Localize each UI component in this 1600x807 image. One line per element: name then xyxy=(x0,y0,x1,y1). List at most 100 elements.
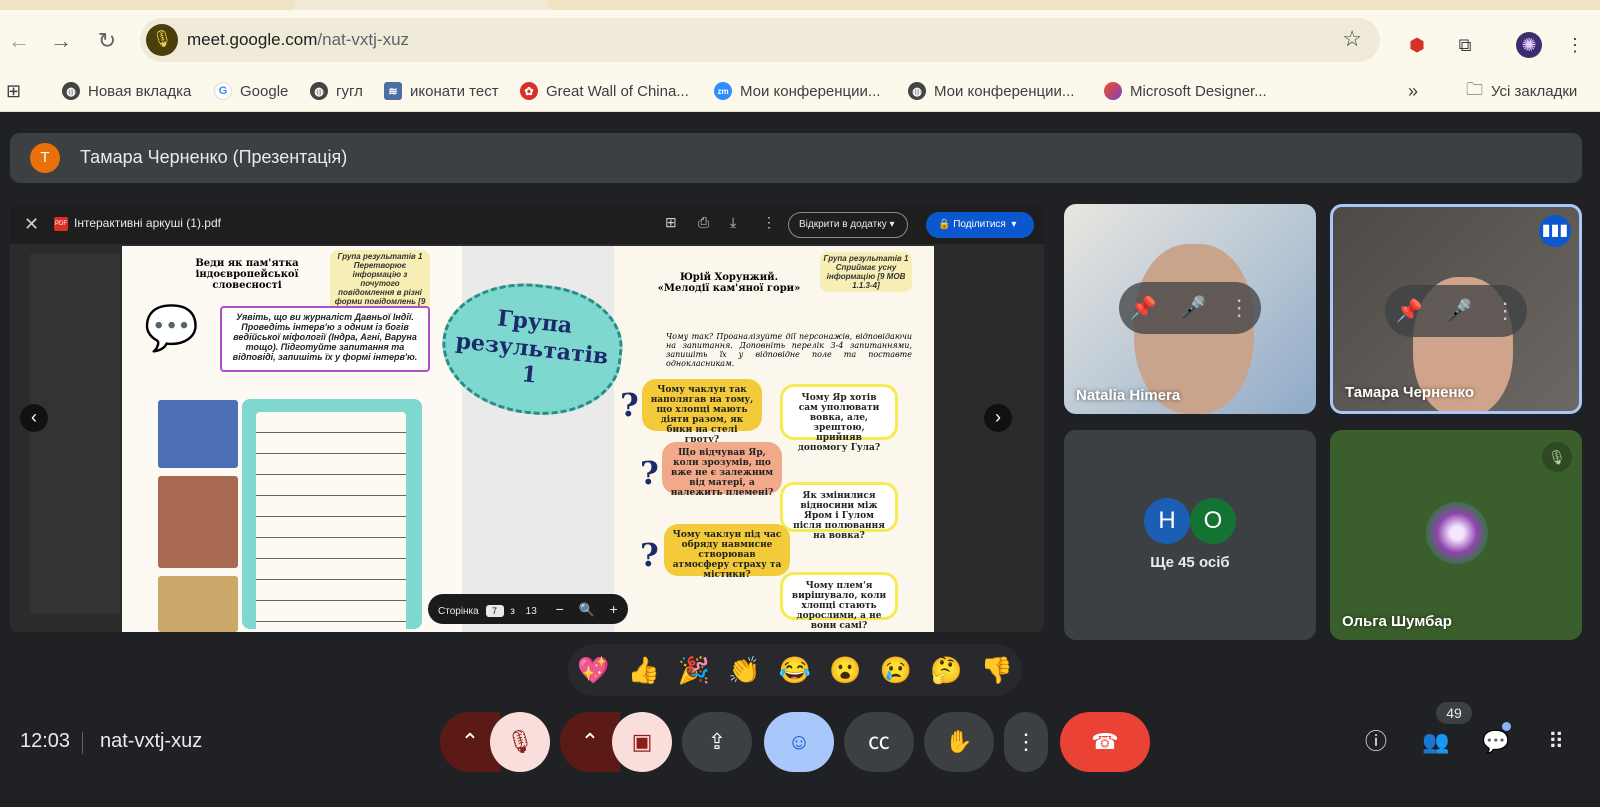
more-options-icon[interactable]: ⋮ xyxy=(762,214,776,231)
mic-off-button[interactable]: 🎙 xyxy=(490,712,550,772)
participant-tile[interactable]: 📌 🎤 ⋮ Natalia Himera xyxy=(1064,204,1316,414)
adblock-extension-icon[interactable]: ⬢ xyxy=(1404,32,1430,58)
chat-unread-dot xyxy=(1502,722,1511,731)
reaction-thumbs-up[interactable]: 👍 xyxy=(627,655,659,686)
question-bubble: Чому чаклун так наполягав на тому, що хл… xyxy=(642,379,762,445)
activities-icon[interactable]: ⠿ xyxy=(1538,724,1574,760)
zoom-out-icon[interactable]: − xyxy=(556,601,564,617)
extensions-icon[interactable]: ⧉ xyxy=(1452,32,1478,58)
pin-icon[interactable]: 📌 xyxy=(1396,298,1423,324)
bookmark-item[interactable]: ◍ Мои конференции... xyxy=(908,77,1074,105)
question-bubble: Чому плем'я вирішувало, коли хлопці стаю… xyxy=(780,572,898,631)
reactions-button[interactable]: ☺ xyxy=(764,712,834,772)
microphone-indicator-icon[interactable]: 🎙 xyxy=(146,24,178,56)
forward-icon[interactable]: → xyxy=(48,28,74,54)
print-icon[interactable]: ⎙ xyxy=(698,214,709,231)
pdf-file-name: Інтерактивні аркуші (1).pdf xyxy=(74,216,221,230)
participant-avatar: О xyxy=(1190,498,1236,544)
question-bubble: Чому чаклун під час обряду навмисне ство… xyxy=(664,524,790,580)
presenter-avatar: T xyxy=(30,143,60,173)
mute-participant-icon[interactable]: 🎤 xyxy=(1179,295,1206,321)
bookmark-item[interactable]: ≋ иконати тест xyxy=(384,77,499,105)
next-slide-icon[interactable]: › xyxy=(984,404,1012,432)
pdf-viewer-toolbar: ✕ PDF Інтерактивні аркуші (1).pdf ⊞ ⎙ ⤓ … xyxy=(10,204,1044,244)
question-mark-icon: ? xyxy=(640,536,659,574)
page-label: Сторінка xyxy=(438,606,479,617)
participant-tile[interactable]: 📌 🎤 ⋮ ▮▮▮ Тамара Черненко xyxy=(1330,204,1582,414)
more-options-icon[interactable]: ⋮ xyxy=(1494,298,1516,324)
share-button[interactable]: 🔒 Поділитися ▾ xyxy=(926,212,1034,238)
page-navigator: Сторінка 7 з 13 − 🔍 + xyxy=(428,594,628,624)
zoom-icon: zm xyxy=(714,82,732,100)
more-options-button[interactable]: ⋮ xyxy=(1004,712,1048,772)
presentation-stage: ✕ PDF Інтерактивні аркуші (1).pdf ⊞ ⎙ ⤓ … xyxy=(10,204,1044,632)
url-text[interactable]: meet.google.com/nat-vxtj-xuz xyxy=(187,30,409,50)
reload-icon[interactable]: ↻ xyxy=(94,28,120,54)
globe-icon: ◍ xyxy=(908,82,926,100)
address-bar[interactable]: 🎙 meet.google.com/nat-vxtj-xuz ☆ xyxy=(140,18,1380,62)
camera-off-button[interactable]: ▣ xyxy=(612,712,672,772)
browser-menu-icon[interactable]: ⋮ xyxy=(1562,32,1588,58)
zoom-in-icon[interactable]: + xyxy=(610,601,618,617)
question-bubble: Як змінилися відносини між Яром і Гулом … xyxy=(780,482,898,541)
bookmark-star-icon[interactable]: ☆ xyxy=(1342,26,1362,52)
deity-image xyxy=(158,400,238,468)
site-icon: ✿ xyxy=(520,82,538,100)
tile-controls: 📌 🎤 ⋮ xyxy=(1119,282,1261,334)
more-bookmarks-icon[interactable]: » xyxy=(1408,77,1418,105)
participant-count-badge: 49 xyxy=(1436,702,1472,724)
bookmark-item[interactable]: zm Мои конференции... xyxy=(714,77,880,105)
deity-image xyxy=(158,576,238,632)
page-total: 13 xyxy=(525,606,537,617)
bookmark-item[interactable]: G Google xyxy=(214,77,288,105)
more-options-icon[interactable]: ⋮ xyxy=(1228,295,1250,321)
more-participants-tile[interactable]: Н О Ще 45 осіб xyxy=(1064,430,1316,640)
previous-slide-icon[interactable]: ‹ xyxy=(20,404,48,432)
meeting-info-icon[interactable]: ⓘ xyxy=(1358,724,1394,760)
captions-button[interactable]: ㏄ xyxy=(844,712,914,772)
close-icon[interactable]: ✕ xyxy=(24,214,39,235)
reaction-thinking[interactable]: 🤔 xyxy=(930,655,962,686)
left-heading: Веди як пам'ятка індоєвропейської словес… xyxy=(195,258,299,291)
open-with-button[interactable]: Відкрити в додатку ▾ xyxy=(788,212,908,238)
reaction-thumbs-down[interactable]: 👎 xyxy=(981,655,1013,686)
reaction-clapping[interactable]: 👏 xyxy=(728,655,760,686)
bookmark-item[interactable]: ◍ Новая вкладка xyxy=(62,77,191,105)
apps-grid-icon[interactable]: ⊞ xyxy=(6,77,21,105)
reaction-laughing[interactable]: 😂 xyxy=(779,655,811,686)
participant-tile[interactable]: 🎙 Ольга Шумбар xyxy=(1330,430,1582,640)
tab-strip xyxy=(0,0,1600,10)
page-number-input[interactable]: 7 xyxy=(485,605,504,617)
bookmarks-bar: ⊞ ◍ Новая вкладка G Google ◍ гугл ≋ иконати … xyxy=(0,70,1600,112)
present-screen-button[interactable]: ⇪ xyxy=(682,712,752,772)
mute-participant-icon[interactable]: 🎤 xyxy=(1445,298,1472,324)
reaction-sparkling-heart[interactable]: 💖 xyxy=(577,655,609,686)
participant-name: Natalia Himera xyxy=(1076,387,1181,404)
reaction-crying[interactable]: 😢 xyxy=(880,655,912,686)
bookmark-item[interactable]: ◍ гугл xyxy=(310,77,363,105)
profile-avatar[interactable]: ✺ xyxy=(1516,32,1542,58)
zoom-icon[interactable]: 🔍 xyxy=(579,602,595,617)
people-icon[interactable]: 👥 xyxy=(1418,724,1454,760)
tile-controls: 📌 🎤 ⋮ xyxy=(1385,285,1527,337)
add-comment-icon[interactable]: ⊞ xyxy=(665,214,677,231)
reaction-party-popper[interactable]: 🎉 xyxy=(678,655,710,686)
presenter-bar: T Тамара Черненко (Презентація) xyxy=(10,133,1582,183)
video-settings-chevron-icon[interactable]: ⌃ xyxy=(560,712,620,772)
end-call-button[interactable]: ☎ xyxy=(1060,712,1150,772)
reactions-bar: 💖 👍 🎉 👏 😂 😮 😢 🤔 👎 xyxy=(568,644,1022,696)
participant-avatar: Н xyxy=(1144,498,1190,544)
back-icon[interactable]: ← xyxy=(6,28,32,54)
folder-icon: 🗀 xyxy=(1466,79,1483,99)
reaction-surprised[interactable]: 😮 xyxy=(829,655,861,686)
bookmark-item[interactable]: ✿ Great Wall of China... xyxy=(520,77,689,105)
left-task-card: Уявіть, що ви журналіст Давньої Індії. П… xyxy=(220,306,430,372)
raise-hand-button[interactable]: ✋ xyxy=(924,712,994,772)
pin-icon[interactable]: 📌 xyxy=(1130,295,1157,321)
meeting-code: nat-vxtj-xuz xyxy=(100,730,203,752)
all-bookmarks[interactable]: 🗀 Усі закладки xyxy=(1466,77,1577,105)
download-icon[interactable]: ⤓ xyxy=(730,214,736,231)
bookmark-item[interactable]: Microsoft Designer... xyxy=(1104,77,1267,105)
right-task: Чому так? Проаналізуйте дії персонажів, … xyxy=(666,332,912,368)
page-of-label: з xyxy=(510,606,515,617)
